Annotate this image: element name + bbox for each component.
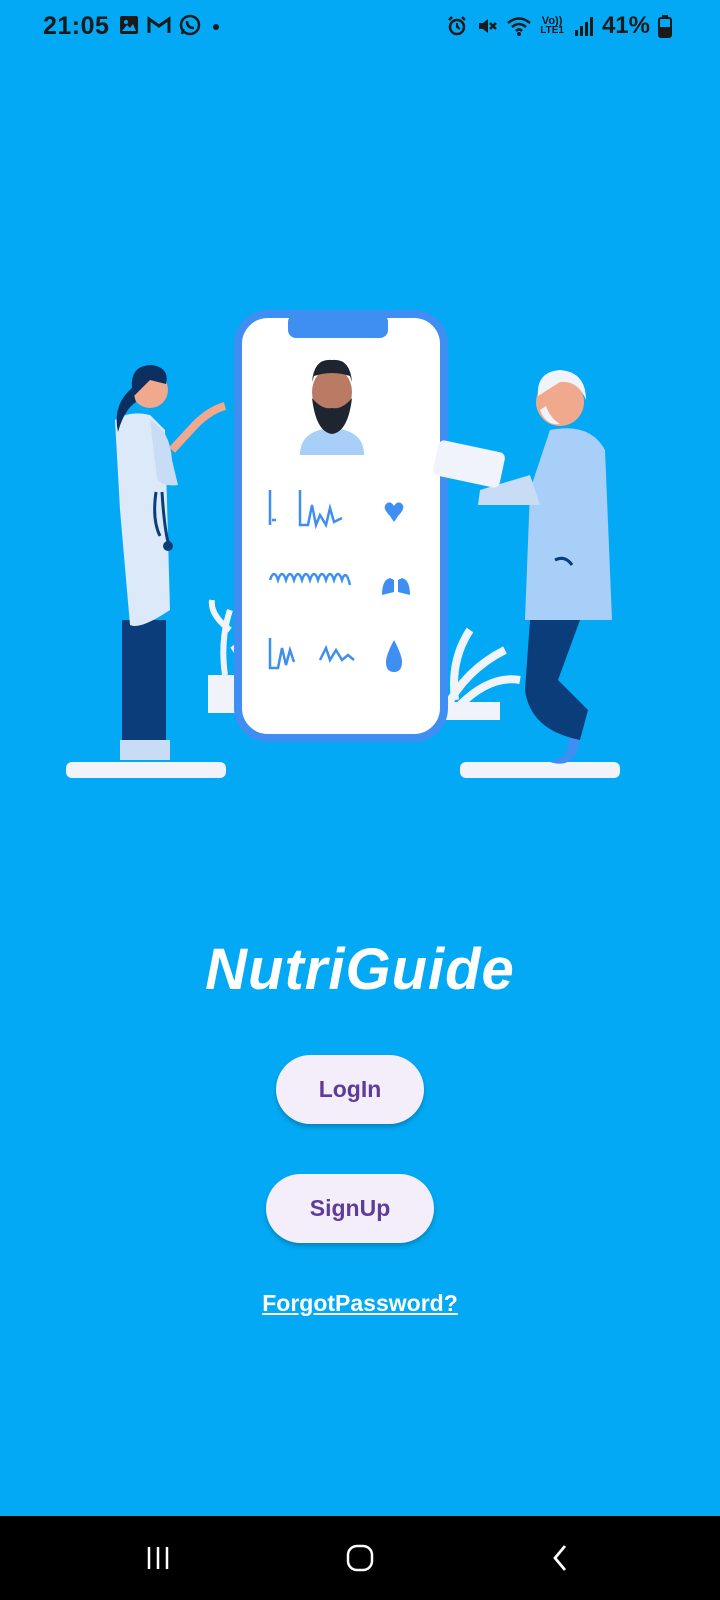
phone-graphic (234, 310, 448, 742)
status-bar: 21:05 Vo)) LTE1 41% (0, 0, 720, 56)
alarm-icon (448, 16, 467, 36)
status-time: 21:05 (43, 12, 110, 40)
gmail-icon (147, 16, 171, 33)
recent-apps-icon (147, 1547, 169, 1569)
battery-percent: 41% (601, 12, 650, 39)
image-icon (120, 16, 138, 34)
app-title: NutriGuide (205, 937, 515, 1002)
system-icons: Vo)) LTE1 41% (446, 12, 672, 40)
recent-apps-button[interactable] (134, 1536, 182, 1580)
dot-icon (213, 24, 219, 30)
plant-right (440, 627, 521, 720)
mute-icon (479, 19, 498, 33)
floor-pad-left (66, 762, 226, 778)
home-icon (346, 1544, 374, 1572)
signup-button[interactable]: SignUp (266, 1174, 434, 1243)
notification-icons (118, 13, 224, 37)
hero-illustration (66, 310, 620, 778)
back-icon (553, 1545, 567, 1571)
volte-icon: Vo)) LTE1 (540, 16, 564, 36)
back-button[interactable] (536, 1536, 584, 1580)
network-label: LTE1 (540, 25, 564, 36)
whatsapp-icon (179, 14, 201, 36)
login-button[interactable]: LogIn (276, 1055, 424, 1124)
navigation-bar (0, 1516, 720, 1600)
signal-icon (574, 17, 593, 36)
home-button[interactable] (336, 1536, 384, 1580)
floor-pad-right (460, 762, 620, 778)
wifi-icon (507, 17, 532, 36)
forgot-password-link[interactable]: ForgotPassword? (0, 1290, 720, 1317)
battery-icon (658, 15, 672, 38)
